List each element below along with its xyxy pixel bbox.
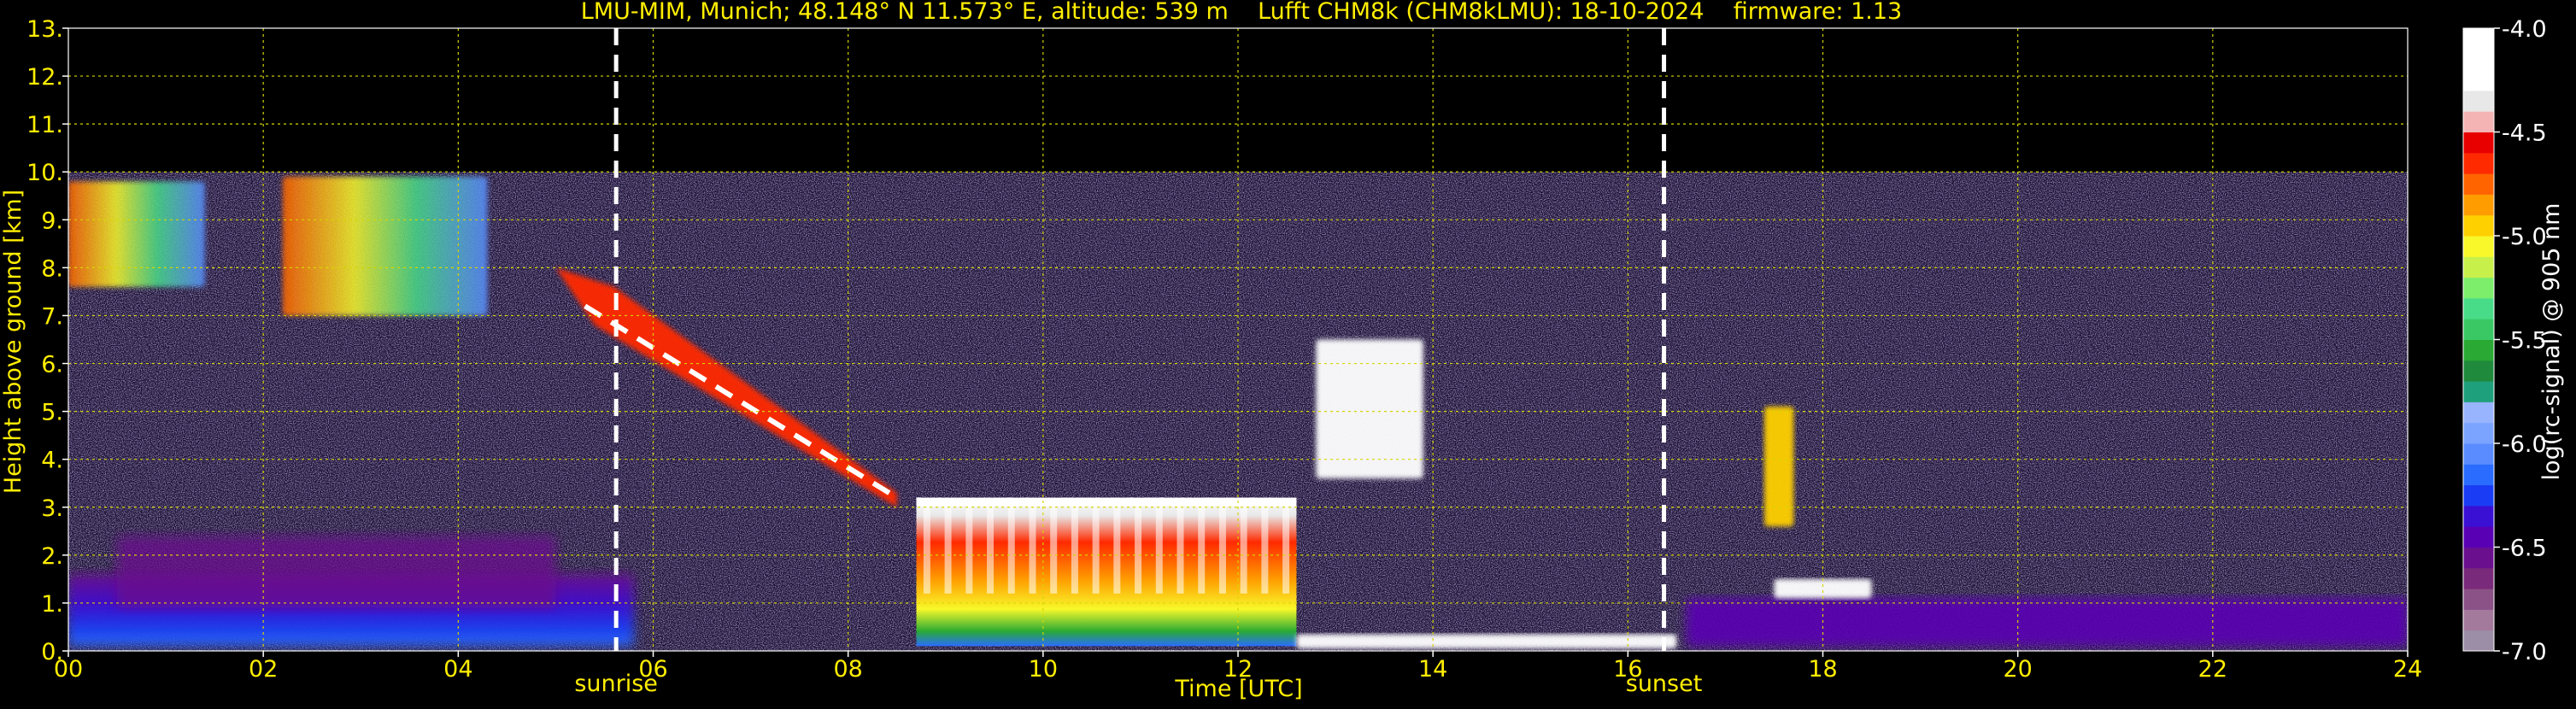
x-tick-label: 18	[1808, 656, 1837, 683]
region-cloud-deck-streak	[965, 504, 973, 594]
colorbar-segment	[2463, 401, 2494, 424]
x-tick-label: 14	[1418, 656, 1447, 683]
colorbar-segment	[2463, 443, 2494, 465]
x-axis-label: Time [UTC]	[1174, 676, 1302, 702]
region-cloud-deck-streak	[1218, 504, 1226, 594]
chart-svg: sunrise sunset 00 02 04 06 08 10 12 14 16 18 20 22 24…	[0, 0, 2565, 702]
x-tick-label: 20	[2003, 656, 2032, 683]
x-tick-label: 10	[1029, 656, 1058, 683]
colorbar-segment	[2463, 339, 2494, 361]
colorbar-segment	[2463, 90, 2494, 112]
colorbar-segment	[2463, 526, 2494, 548]
colorbar-segment	[2463, 589, 2494, 610]
region-cloud-deck-streak	[1155, 504, 1163, 594]
colorbar-segment	[2463, 319, 2494, 340]
region-cloud-deck-streak	[1261, 504, 1269, 594]
region-cloud-deck-top	[916, 497, 1297, 507]
region-nocturnal-stable-layer	[1296, 634, 1677, 649]
region-cloud-deck-streak	[1240, 504, 1247, 594]
colorbar-segment	[2463, 567, 2494, 589]
colorbar-segment	[2463, 547, 2494, 569]
x-tick-label: 24	[2393, 656, 2422, 683]
y-tick-label: 12.	[26, 64, 63, 91]
colorbar-segment	[2463, 214, 2494, 237]
colorbar-segment	[2463, 28, 2494, 50]
y-tick-label: 11.	[26, 112, 63, 138]
region-upper-boundary-layer	[117, 536, 556, 608]
y-tick-label: 6.	[41, 352, 63, 378]
chart-title: LMU-MIM, Munich; 48.148° N 11.573° E, al…	[581, 0, 1902, 25]
colorbar-segment	[2463, 194, 2494, 216]
y-tick-label: 1.	[41, 591, 63, 618]
colorbar-segment	[2463, 69, 2494, 91]
region-cloud-deck-streak	[1007, 504, 1015, 594]
colorbar-tick-label: -7.0	[2502, 639, 2547, 665]
y-tick-label: 7.	[41, 303, 63, 330]
y-axis-label: Height above ground [km]	[0, 190, 26, 494]
x-tick-label: 06	[638, 656, 667, 683]
colorbar-segment	[2463, 236, 2494, 257]
colorbar-segment	[2463, 505, 2494, 527]
x-tick-label: 08	[833, 656, 862, 683]
colorbar-segment	[2463, 277, 2494, 299]
colorbar-segment	[2463, 256, 2494, 278]
colorbar-segment	[2463, 132, 2494, 154]
y-tick-label: 2.	[41, 543, 63, 570]
y-tick-label: 10.	[26, 160, 63, 186]
y-tick-label: 4.	[41, 448, 63, 474]
region-cloud-deck-streak	[1177, 504, 1184, 594]
colorbar-segment	[2463, 49, 2494, 71]
region-cloud-deck-streak	[923, 504, 930, 594]
colorbar-segment	[2463, 630, 2494, 652]
region-cloud-deck-streak	[1282, 504, 1290, 594]
region-cloud-deck-streak	[1050, 504, 1058, 594]
x-tick-label: 22	[2198, 656, 2227, 683]
y-tick-label: 0.	[41, 639, 63, 665]
colorbar-tick-label: -4.5	[2502, 120, 2547, 147]
ceilometer-chart: sunrise sunset 00 02 04 06 08 10 12 14 16 18 20 22 24…	[0, 0, 2576, 706]
colorbar-segment	[2463, 152, 2494, 174]
x-tick-label: 02	[249, 656, 278, 683]
region-cloud-deck-streak	[944, 504, 952, 594]
y-tick-label: 3.	[41, 495, 63, 522]
region-cloud-deck	[916, 497, 1297, 647]
region-evening-aerosol-layer	[1686, 598, 2408, 647]
colorbar-segment	[2463, 111, 2494, 132]
region-cloud-fragments	[1316, 339, 1423, 479]
y-tick-label: 9.	[41, 208, 63, 234]
y-tick-label: 8.	[41, 255, 63, 282]
region-cloud-deck-streak	[1071, 504, 1078, 594]
colorbar-segment	[2463, 484, 2494, 507]
region-cloud-deck-streak	[1113, 504, 1121, 594]
region-cirrus	[68, 181, 205, 287]
x-tick-label: 04	[443, 656, 472, 683]
y-axis-ticks: 0. 1. 2. 3. 4. 5. 6. 7. 8. 9. 10. 11. 12. 13.	[26, 16, 68, 665]
colorbar-segment	[2463, 297, 2494, 319]
colorbar-tick-label: -6.5	[2502, 536, 2547, 562]
region-cloud-deck-streak	[987, 504, 995, 594]
y-tick-label: 13.	[26, 16, 63, 43]
region-cloud-deck-streak	[1198, 504, 1206, 594]
colorbar-segment	[2463, 360, 2494, 382]
y-tick-label: 5.	[41, 400, 63, 426]
region-cloud-deck-streak	[1029, 504, 1036, 594]
colorbar: -4.0-4.5-5.0-5.5-6.0-6.5-7.0	[2462, 16, 2547, 665]
region-convective-column	[1764, 407, 1794, 527]
colorbar-segment	[2463, 422, 2494, 444]
region-cloud-deck-streak	[1135, 504, 1142, 594]
colorbar-label: log(rc-signal) @ 905 nm	[2538, 203, 2565, 481]
colorbar-segment	[2463, 464, 2494, 486]
colorbar-segment	[2463, 609, 2494, 631]
region-residual-layer-top	[1774, 578, 1872, 599]
x-tick-label: 16	[1613, 656, 1642, 683]
colorbar-segment	[2463, 173, 2494, 195]
region-cirrus	[282, 176, 488, 316]
colorbar-tick-label: -4.0	[2502, 16, 2547, 43]
region-cloud-deck-streak	[1092, 504, 1100, 594]
colorbar-segment	[2463, 381, 2494, 402]
